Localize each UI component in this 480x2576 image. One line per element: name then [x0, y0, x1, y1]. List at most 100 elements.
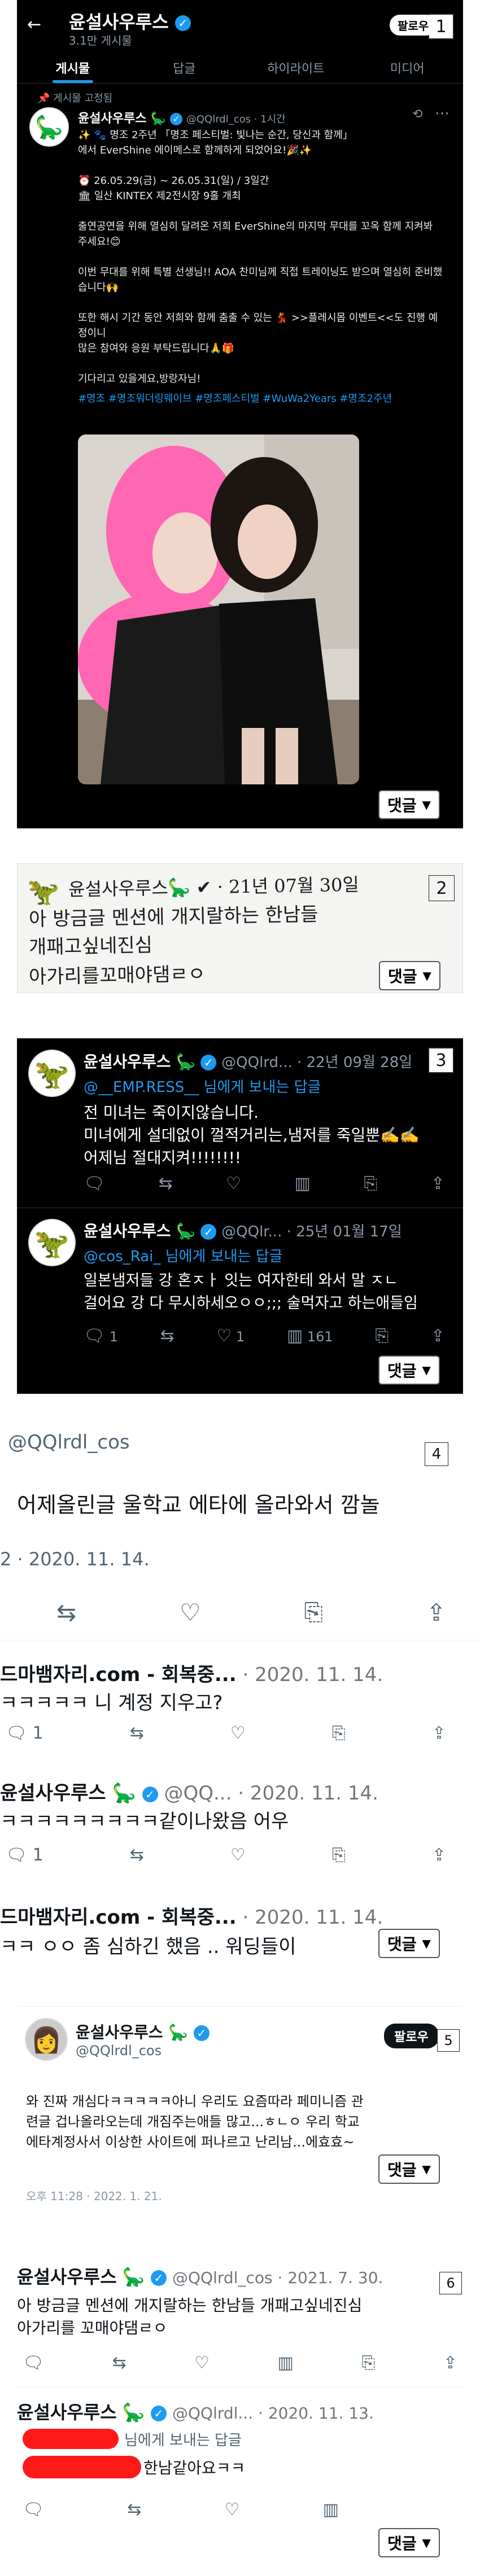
- reply-icon[interactable]: 🗨: [23, 2500, 44, 2520]
- verified-icon: ✓: [150, 2270, 167, 2286]
- author-name[interactable]: 드마뱀자리.com - 회복중...: [0, 1664, 237, 1686]
- profile-name: 윤설사우루스: [69, 11, 169, 33]
- like-icon[interactable]: ♡: [230, 1845, 246, 1865]
- bookmark-icon[interactable]: ⎘: [361, 2353, 375, 2373]
- author-name[interactable]: 윤설사우루스: [0, 1782, 106, 1805]
- views-icon[interactable]: ▥: [323, 2500, 339, 2520]
- share-icon[interactable]: ⇪: [432, 1845, 446, 1865]
- bookmark-icon[interactable]: ⎘: [375, 1326, 389, 1346]
- dinosaur-icon: 🦕: [150, 112, 166, 126]
- bookmark-icon[interactable]: ⎘: [332, 1723, 346, 1743]
- avatar[interactable]: 🦖: [28, 1219, 76, 1266]
- verified-icon: ✓: [169, 113, 182, 125]
- bookmark-icon[interactable]: ⎘: [332, 1845, 346, 1865]
- body-line: 많은 참여와 응원 부탁드립니다🙏🎁: [78, 343, 235, 354]
- views-icon: ▥: [286, 1326, 303, 1346]
- like-icon[interactable]: ♡: [194, 2353, 210, 2373]
- reply-action[interactable]: 🗨 1: [6, 1845, 43, 1865]
- reply-action[interactable]: 🗨 1: [84, 1326, 118, 1346]
- retweet-icon[interactable]: ⇆: [112, 2353, 126, 2373]
- avatar[interactable]: 🦖: [28, 1050, 76, 1097]
- post-photo[interactable]: [78, 435, 359, 784]
- like-icon: ♡: [216, 1326, 232, 1346]
- body-line: 기다리고 있을게요,방랑자님!: [78, 373, 201, 385]
- retweet-icon[interactable]: ⇆: [127, 2500, 141, 2520]
- reply-header: 윤설사우루스 🦕 ✓ @QQ... · 2020. 11. 14.: [0, 1778, 378, 1805]
- tweet-body: 어제올린글 울학교 에타에 올라와서 깜놀: [17, 1493, 380, 1517]
- reply-button[interactable]: 댓글 ▼: [378, 2528, 440, 2557]
- author-name[interactable]: 드마뱀자리.com - 회복중...: [0, 1906, 237, 1929]
- bookmark-icon[interactable]: ⎘: [364, 1174, 377, 1193]
- retweet-icon[interactable]: ⇆: [160, 1326, 174, 1346]
- reply-date: · 2020. 11. 14.: [242, 1906, 383, 1929]
- bookmark-icon[interactable]: ⎘: [304, 1598, 323, 1626]
- reply-date: · 2020. 11. 14.: [242, 1664, 383, 1686]
- tweet-line: 한남같아요ㅋㅋ: [143, 2459, 246, 2477]
- reply-icon[interactable]: 🗨: [84, 1174, 105, 1193]
- verified-icon: ✓: [193, 2025, 210, 2041]
- hashtags[interactable]: #명조 #명조워더링웨이브 #명조페스티벌 #WuWa2Years #명조2주년: [78, 391, 445, 406]
- reply-text: ㅋㅋㅋㅋㅋ 니 계정 지우고?: [0, 1692, 223, 1714]
- share-icon[interactable]: ⇪: [432, 1723, 446, 1743]
- views-icon[interactable]: ▥: [295, 1174, 311, 1193]
- tweet-line: 아 방금글 멘션에 개지랄하는 한남들 개패고싶네진심: [17, 2296, 363, 2315]
- reply-header: 드마뱀자리.com - 회복중... · 2020. 11. 14.: [0, 1659, 383, 1687]
- author-handle: @QQlrdl_cos: [8, 1431, 130, 1454]
- retweet-icon[interactable]: ⇆: [130, 1723, 144, 1743]
- follow-button[interactable]: 팔로우: [390, 15, 437, 36]
- panel-2: 2 🦖 윤설사우루스🦕 ✔ · 21년 07월 30일 아 방금글 멘션에 개지…: [17, 863, 463, 993]
- back-arrow-icon[interactable]: ←: [27, 15, 41, 34]
- panel-number-badge: 6: [439, 2272, 462, 2294]
- share-icon[interactable]: ⇪: [431, 1326, 445, 1346]
- dinosaur-icon: 🦕: [122, 2402, 145, 2423]
- body-line: 출연공연을 위해 열심히 달려온 저희 EverShine의 마지막 무대를 꼬…: [78, 221, 433, 248]
- reply-icon[interactable]: 🗨: [23, 2353, 44, 2373]
- tab-media[interactable]: 미디어: [352, 52, 464, 83]
- retweet-icon[interactable]: ⇆: [56, 1599, 76, 1626]
- share-icon[interactable]: ⇪: [426, 1599, 446, 1626]
- author-name[interactable]: 윤설사우루스: [76, 2023, 163, 2042]
- dinosaur-icon: 🦕: [176, 1222, 196, 1240]
- follow-button[interactable]: 팔로우: [384, 2024, 439, 2048]
- reply-actions: 🗨 1 ⇆ ♡ ⎘ ⇪: [6, 1845, 446, 1865]
- dinosaur-icon: 🦕: [176, 1052, 196, 1071]
- author-name[interactable]: 윤설사우루스: [17, 2402, 117, 2423]
- more-icon[interactable]: ⋯: [435, 105, 450, 122]
- avatar[interactable]: 🦕: [29, 107, 69, 147]
- like-icon[interactable]: ♡: [180, 1599, 201, 1626]
- author-handle: @QQlr... · 25년 01월 17일: [221, 1223, 402, 1240]
- body-line: [78, 356, 445, 371]
- reply-button[interactable]: 댓글 ▼: [379, 961, 440, 990]
- avatar[interactable]: 👩: [25, 2018, 68, 2061]
- tweet-header: 윤설사우루스 🦕 ✓ @QQlrdl... · 2020. 11. 13.: [17, 2398, 374, 2424]
- reply-button[interactable]: 댓글 ▼: [378, 1355, 440, 1385]
- grok-icon[interactable]: ⟲: [412, 107, 422, 121]
- author-name[interactable]: 윤설사우루스: [84, 1052, 171, 1071]
- tab-highlights[interactable]: 하이라이트: [240, 52, 352, 83]
- like-icon[interactable]: ♡: [230, 1723, 246, 1743]
- reply-action[interactable]: 🗨 1: [6, 1723, 43, 1743]
- reply-button[interactable]: 댓글 ▼: [378, 2154, 440, 2184]
- reply-context: @cos_Rai_ 님에게 보내는 답글: [84, 1248, 283, 1265]
- body-line: 에서 EverShine 에이메스로 함께하게 되었어요!🎉✨: [78, 144, 312, 156]
- tab-posts[interactable]: 게시물: [17, 52, 129, 83]
- retweet-icon[interactable]: ⇆: [159, 1174, 173, 1193]
- author-name[interactable]: 윤설사우루스: [84, 1222, 171, 1240]
- profile-header-name: 윤설사우루스 ✓: [69, 8, 191, 34]
- panel-6: 6 윤설사우루스 🦕 ✓ @QQlrdl_cos · 2021. 7. 30. …: [17, 2252, 463, 2568]
- tab-replies[interactable]: 답글: [129, 52, 241, 83]
- chevron-down-icon: ▼: [422, 1363, 431, 1377]
- share-icon[interactable]: ⇪: [443, 2353, 457, 2373]
- like-icon[interactable]: ♡: [225, 2500, 240, 2520]
- views-action[interactable]: ▥ 161: [287, 1326, 333, 1346]
- author-name[interactable]: 윤설사우루스: [78, 112, 146, 126]
- reply-button[interactable]: 댓글 ▼: [378, 1929, 440, 1958]
- share-icon[interactable]: ⇪: [431, 1174, 445, 1193]
- views-icon[interactable]: ▥: [278, 2353, 294, 2373]
- like-icon[interactable]: ♡: [226, 1174, 241, 1193]
- like-action[interactable]: ♡ 1: [216, 1326, 245, 1346]
- chevron-down-icon: ▼: [422, 2162, 431, 2176]
- author-name[interactable]: 윤설사우루스: [17, 2266, 117, 2288]
- retweet-icon[interactable]: ⇆: [130, 1845, 144, 1865]
- reply-button[interactable]: 댓글 ▼: [378, 790, 440, 819]
